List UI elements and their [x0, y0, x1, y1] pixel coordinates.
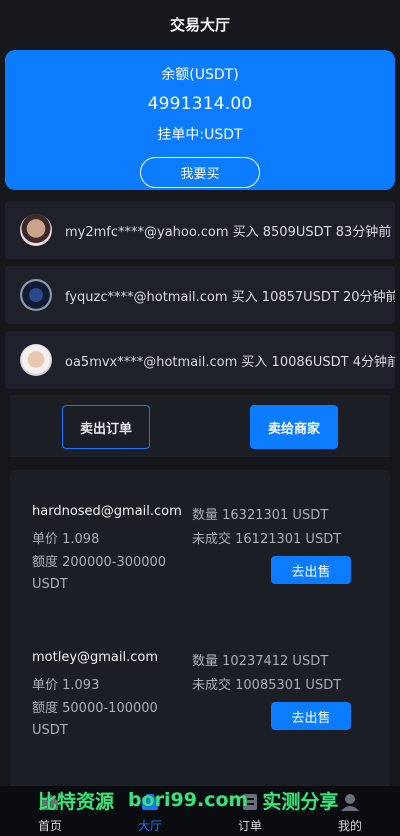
nav-label: 大厅: [137, 819, 162, 833]
unfilled-quantity: 未成交 10085301 USDT: [192, 678, 342, 693]
page-title: 交易大厅: [169, 15, 230, 34]
nav-label: 订单: [237, 819, 262, 833]
balance-label: 余额(USDT): [161, 67, 239, 83]
offer-quantity: 数量 16321301 USDT: [192, 508, 329, 523]
unfilled-quantity: 未成交 16121301 USDT: [192, 532, 342, 547]
avatar: [20, 344, 52, 376]
trade-feed-item: my2mfc****@yahoo.com 买入 8509USDT 83分钟前: [5, 201, 395, 259]
tab-sell-orders[interactable]: 卖出订单: [62, 405, 150, 449]
nav-label: 我的: [337, 819, 362, 833]
avatar: [20, 214, 52, 246]
go-sell-button[interactable]: 去出售: [271, 556, 351, 584]
balance-amount: 4991314.00: [147, 94, 253, 114]
nav-label: 首页: [37, 819, 62, 833]
unit-price: 单价 1.093: [32, 678, 100, 693]
trade-tabs: 卖出订单 卖给商家: [10, 395, 390, 457]
watermark-right: 实测分享: [262, 790, 339, 813]
merchant-email: hardnosed@gmail.com: [32, 504, 182, 519]
trade-feed-item: fyquzc****@hotmail.com 买入 10857USDT 20分钟…: [5, 266, 395, 324]
trade-feed-text: fyquzc****@hotmail.com 买入 10857USDT 20分钟…: [65, 289, 395, 305]
avatar: [20, 279, 52, 311]
watermark: 比特资源 bori99.com 实测分享: [38, 786, 378, 814]
watermark-left: 比特资源: [38, 790, 115, 813]
merchant-email: motley@gmail.com: [32, 650, 159, 665]
balance-card: 余额(USDT) 4991314.00 挂单中:USDT 我要买: [5, 50, 395, 190]
tab-sell-to-merchant[interactable]: 卖给商家: [250, 405, 338, 449]
watermark-mid: bori99.com: [128, 789, 249, 811]
unit-price: 单价 1.098: [32, 532, 100, 547]
trade-feed-text: my2mfc****@yahoo.com 买入 8509USDT 83分钟前: [65, 224, 392, 240]
trade-feed-text: oa5mvx****@hotmail.com 买入 10086USDT 4分钟前: [65, 354, 395, 370]
list-item: motley@gmail.com 单价 1.093 额度 50000-10000…: [10, 650, 390, 760]
pending-orders-label: 挂单中:USDT: [157, 127, 243, 143]
list-item: hardnosed@gmail.com 单价 1.098 额度 200000-3…: [10, 504, 390, 614]
trade-feed-item: oa5mvx****@hotmail.com 买入 10086USDT 4分钟前: [5, 331, 395, 389]
buy-button[interactable]: 我要买: [140, 157, 260, 188]
offer-quantity: 数量 10237412 USDT: [192, 654, 329, 669]
merchant-offer-list: hardnosed@gmail.com 单价 1.098 额度 200000-3…: [10, 470, 390, 790]
trade-limit: 额度 200000-300000 USDT: [32, 555, 167, 592]
go-sell-button[interactable]: 去出售: [271, 702, 351, 730]
trade-limit: 额度 50000-100000 USDT: [32, 701, 158, 738]
